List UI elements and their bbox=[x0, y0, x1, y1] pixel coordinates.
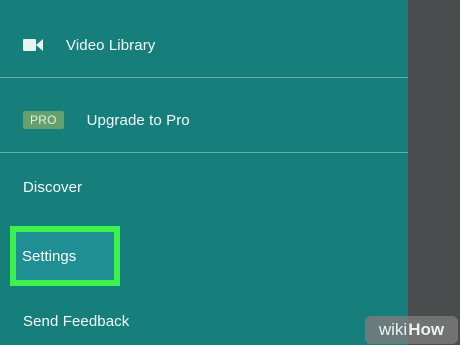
wikihow-watermark: wiki How bbox=[365, 316, 458, 344]
menu-item-discover[interactable]: Discover bbox=[0, 172, 408, 202]
menu-divider bbox=[0, 77, 408, 78]
menu-item-label: Video Library bbox=[66, 36, 156, 54]
background-content-panel bbox=[408, 0, 460, 345]
video-camera-lens bbox=[36, 39, 43, 51]
menu-item-label: Send Feedback bbox=[23, 312, 130, 330]
menu-item-send-feedback[interactable]: Send Feedback bbox=[0, 306, 408, 336]
menu-item-upgrade-to-pro[interactable]: PRO Upgrade to Pro bbox=[0, 99, 408, 141]
menu-divider bbox=[0, 152, 408, 153]
watermark-suffix: How bbox=[408, 320, 445, 339]
watermark-prefix: wiki bbox=[378, 320, 408, 339]
menu-item-label: Upgrade to Pro bbox=[86, 111, 190, 129]
video-camera-body bbox=[23, 39, 36, 51]
pro-badge: PRO bbox=[23, 111, 64, 129]
menu-item-settings[interactable]: Settings bbox=[10, 226, 120, 286]
video-camera-icon bbox=[23, 37, 45, 53]
menu-item-label: Discover bbox=[23, 178, 83, 196]
menu-item-label: Settings bbox=[22, 247, 77, 265]
menu-item-video-library[interactable]: Video Library bbox=[0, 24, 408, 66]
navigation-drawer: Video Library PRO Upgrade to Pro Discove… bbox=[0, 0, 408, 345]
